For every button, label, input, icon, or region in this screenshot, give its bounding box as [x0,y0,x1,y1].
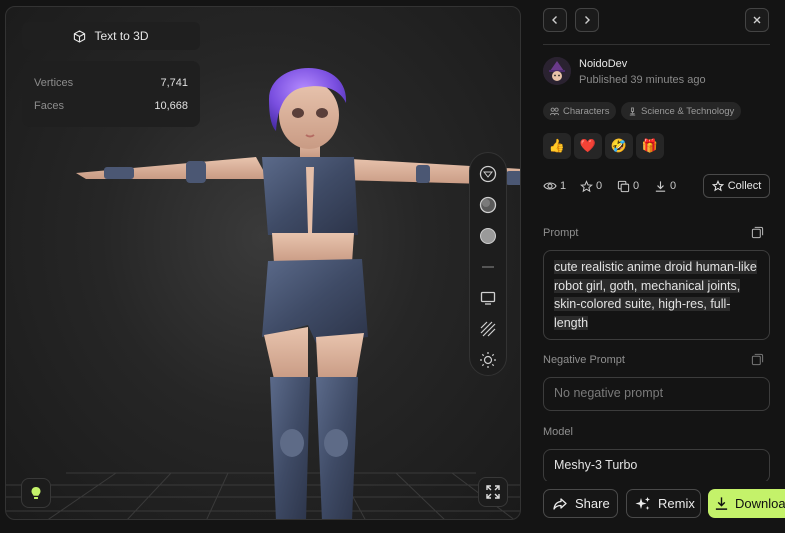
prompt-label: Prompt [543,227,579,239]
star-icon [580,179,593,192]
author-name[interactable]: NoidoDev [579,58,627,70]
views-count: 1 [543,179,566,193]
likes-count: 0 [580,179,602,193]
solid-shading-icon[interactable] [478,227,498,245]
close-icon [753,16,761,24]
sparkles-icon [635,496,650,510]
collect-button[interactable]: Collect [703,174,770,198]
download-button[interactable]: Download [708,489,785,518]
views-value: 1 [560,180,567,192]
header-divider [543,44,770,45]
eye-icon [543,182,557,190]
stat-value: 7,741 [160,76,188,89]
stat-value: 10,668 [154,99,188,112]
likes-value: 0 [596,180,603,192]
downloads-value: 0 [670,180,677,192]
lightbulb-icon[interactable] [21,478,51,508]
clay-shading-icon[interactable] [478,196,498,214]
render-mode-toolbar [469,152,507,376]
download-label: Download [735,496,785,511]
remix-label: Remix [658,496,695,511]
published-time: Published 39 minutes ago [579,74,706,86]
chevron-left-icon [552,16,557,24]
copy-icon [617,180,630,192]
fullscreen-icon[interactable] [478,477,508,507]
remixes-value: 0 [633,180,640,192]
stat-row-vertices: Vertices 7,741 [34,71,188,94]
negative-prompt-box: No negative prompt [543,377,770,411]
model-type-badge: Text to 3D [22,22,200,50]
prompt-text: cute realistic anime droid human-like ro… [554,260,757,330]
tag-label: Characters [563,105,610,117]
copy-negative-prompt-icon[interactable] [751,353,764,366]
lighting-icon[interactable] [478,351,498,369]
model-type-label: Text to 3D [94,29,149,43]
chevron-right-icon [585,16,590,24]
stat-label: Faces [34,99,64,112]
tag-label: Science & Technology [641,105,735,117]
tag-characters[interactable]: Characters [543,102,617,120]
prompt-text-box: cute realistic anime droid human-like ro… [543,250,770,340]
reaction-thumbs-up[interactable]: 👍 [543,133,571,159]
toolbar-separator [478,258,498,276]
reaction-heart[interactable]: ❤️ [574,133,602,159]
cube-icon [74,29,86,43]
reaction-laugh[interactable]: 🤣 [605,133,633,159]
wireframe-icon[interactable] [478,320,498,338]
close-button[interactable] [745,8,769,32]
negative-prompt-label: Negative Prompt [543,354,625,366]
star-icon [711,180,724,192]
people-icon [550,107,559,115]
avatar[interactable] [543,57,571,85]
tag-science-technology[interactable]: Science & Technology [621,102,742,120]
remix-button[interactable]: Remix [626,489,701,518]
model-viewer[interactable]: Text to 3D Vertices 7,741 Faces 10,668 [5,6,521,520]
share-button[interactable]: Share [543,489,618,518]
downloads-count: 0 [654,179,676,193]
remixes-count: 0 [617,179,639,193]
share-icon [553,497,567,510]
stat-label: Vertices [34,76,74,89]
texture-icon[interactable] [478,165,498,183]
previous-button[interactable] [543,8,567,32]
download-icon [655,180,666,192]
download-icon [715,497,728,510]
copy-prompt-icon[interactable] [751,226,764,239]
reaction-gift[interactable]: 🎁 [636,133,664,159]
model-label: Model [543,426,573,438]
mesh-stats: Vertices 7,741 Faces 10,668 [22,61,200,127]
monitor-icon[interactable] [478,289,498,307]
model-value-box: Meshy-3 Turbo [543,449,770,483]
collect-label: Collect [727,180,762,192]
stat-row-faces: Faces 10,668 [34,94,188,117]
next-button[interactable] [575,8,599,32]
share-label: Share [575,496,610,511]
app-root: Text to 3D Vertices 7,741 Faces 10,668 N… [0,0,785,533]
microscope-icon [629,106,636,116]
